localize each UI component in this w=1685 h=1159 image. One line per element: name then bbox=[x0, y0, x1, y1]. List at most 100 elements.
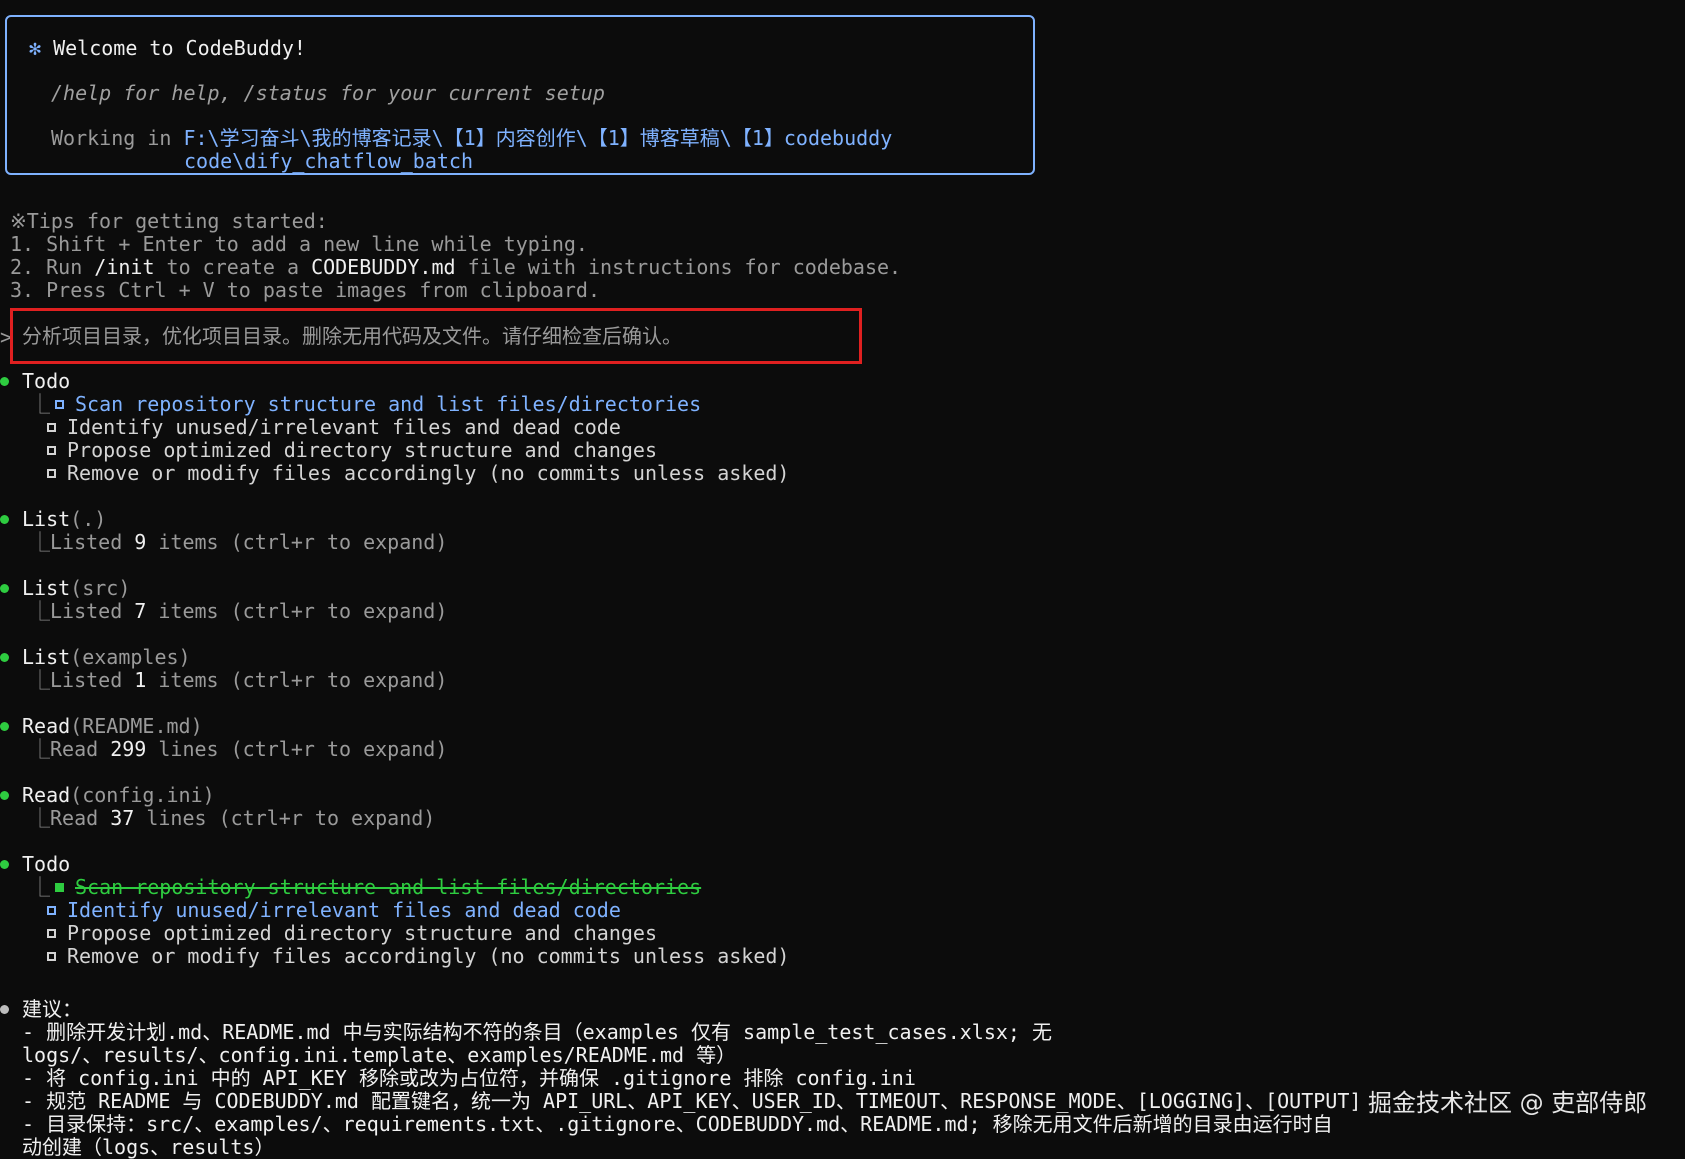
tool-call-4-result[interactable]: ⎿Read 299 lines (ctrl+r to expand) bbox=[30, 738, 447, 761]
tree-branch-icon: ⎿ bbox=[30, 530, 50, 554]
tip-3: 3. Press Ctrl + V to paste images from c… bbox=[10, 278, 601, 302]
tip-2-post: file with instructions for codebase. bbox=[455, 255, 902, 279]
tips-header: ※Tips for getting started: bbox=[10, 209, 328, 233]
status-dot bbox=[0, 791, 9, 800]
result-post: items (ctrl+r to expand) bbox=[146, 668, 448, 692]
checkbox-empty-icon bbox=[47, 929, 56, 938]
status-dot bbox=[0, 1005, 9, 1014]
working-label: Working in bbox=[51, 126, 172, 150]
todo2-item-3-label: Propose optimized directory structure an… bbox=[67, 921, 658, 945]
status-dot bbox=[0, 377, 9, 386]
result-pre: Read bbox=[50, 806, 111, 830]
result-pre: Read bbox=[50, 737, 111, 761]
working-path-2: code\dify_chatflow_batch bbox=[184, 149, 473, 173]
todo1-item-4-label: Remove or modify files accordingly (no c… bbox=[67, 461, 790, 485]
result-pre: Listed bbox=[50, 668, 135, 692]
tree-branch-icon: ⎿ bbox=[30, 599, 50, 623]
status-dot bbox=[0, 515, 9, 524]
result-post: lines (ctrl+r to expand) bbox=[134, 806, 436, 830]
checkbox-empty-icon bbox=[47, 906, 56, 915]
tool-arg: (examples) bbox=[70, 645, 191, 669]
tool-name: List bbox=[22, 576, 71, 600]
tool-call-2-head: List(src) bbox=[22, 577, 130, 600]
tool-call-4-head: Read(README.md) bbox=[22, 715, 203, 738]
suggestion-line-4: - 规范 README 与 CODEBUDDY.md 配置键名，统一为 API_… bbox=[22, 1089, 1362, 1113]
todo1-item-3-label: Propose optimized directory structure an… bbox=[67, 438, 658, 462]
tip-2-file: CODEBUDDY.md bbox=[311, 255, 456, 279]
tool-call-3-result[interactable]: ⎿Listed 1 items (ctrl+r to expand) bbox=[30, 669, 447, 692]
working-path-1: F:\学习奋斗\我的博客记录\【1】内容创作\【1】博客草稿\【1】codebu… bbox=[183, 126, 893, 150]
watermark: 掘金技术社区 @ 吏部侍郎 bbox=[1368, 1089, 1648, 1117]
tip-2-mid: to create a bbox=[154, 255, 312, 279]
tool-arg: (config.ini) bbox=[70, 783, 215, 807]
tool-call-2-result[interactable]: ⎿Listed 7 items (ctrl+r to expand) bbox=[30, 600, 447, 623]
suggestions-title: 建议： bbox=[22, 997, 82, 1021]
tool-call-1-head: List(.) bbox=[22, 508, 106, 531]
result-count: 9 bbox=[134, 530, 147, 554]
checkbox-empty-icon bbox=[47, 423, 56, 432]
checkbox-empty-icon bbox=[55, 400, 64, 409]
status-dot bbox=[0, 653, 9, 662]
todo1-item-2: Identify unused/irrelevant files and dea… bbox=[47, 416, 621, 439]
todo2-item-2-label: Identify unused/irrelevant files and dea… bbox=[67, 898, 621, 922]
result-count: 1 bbox=[134, 668, 147, 692]
prompt-text[interactable]: 分析项目目录，优化项目目录。删除无用代码及文件。请仔细检查后确认。 bbox=[22, 325, 682, 348]
checkbox-empty-icon bbox=[47, 446, 56, 455]
checkbox-empty-icon bbox=[47, 469, 56, 478]
result-pre: Listed bbox=[50, 599, 135, 623]
result-count: 299 bbox=[110, 737, 147, 761]
tip-2-pre: 2. Run bbox=[10, 255, 95, 279]
tool-call-1-result[interactable]: ⎿Listed 9 items (ctrl+r to expand) bbox=[30, 531, 447, 554]
status-dot bbox=[0, 722, 9, 731]
result-post: lines (ctrl+r to expand) bbox=[146, 737, 448, 761]
suggestion-line-5: - 目录保持：src/、examples/、requirements.txt、.… bbox=[22, 1112, 1333, 1136]
todo2-title: Todo bbox=[22, 852, 71, 876]
tool-call-5-head: Read(config.ini) bbox=[22, 784, 215, 807]
todo1-title: Todo bbox=[22, 369, 71, 393]
tool-name: Read bbox=[22, 714, 71, 738]
result-count: 37 bbox=[110, 806, 135, 830]
tip-2-cmd: /init bbox=[94, 255, 155, 279]
suggestion-line-1: - 删除开发计划.md、README.md 中与实际结构不符的条目（exampl… bbox=[22, 1020, 1053, 1044]
asterisk-icon: ✻ bbox=[29, 36, 42, 60]
welcome-help: /help for help, /status for your current… bbox=[51, 81, 605, 105]
todo1-item-3: Propose optimized directory structure an… bbox=[47, 439, 657, 462]
tree-branch-icon: ⎿ bbox=[30, 806, 50, 830]
todo2-item-4-label: Remove or modify files accordingly (no c… bbox=[67, 944, 790, 968]
todo1-item-4: Remove or modify files accordingly (no c… bbox=[47, 462, 789, 485]
todo1-item-1-label: Scan repository structure and list files… bbox=[75, 392, 702, 416]
todo1-item-2-label: Identify unused/irrelevant files and dea… bbox=[67, 415, 621, 439]
tool-call-5-result[interactable]: ⎿Read 37 lines (ctrl+r to expand) bbox=[30, 807, 435, 830]
tree-branch-icon: ⎿ bbox=[30, 875, 50, 899]
todo2-item-1: ⎿ Scan repository structure and list file… bbox=[30, 876, 701, 899]
checkbox-empty-icon bbox=[47, 952, 56, 961]
tree-branch-icon: ⎿ bbox=[30, 668, 50, 692]
welcome-panel: ✻ Welcome to CodeBuddy! /help for help, … bbox=[5, 15, 1035, 175]
tool-arg: (.) bbox=[70, 507, 107, 531]
status-dot bbox=[0, 584, 9, 593]
tool-name: List bbox=[22, 507, 71, 531]
result-post: items (ctrl+r to expand) bbox=[146, 530, 448, 554]
tool-name: List bbox=[22, 645, 71, 669]
todo2-item-1-label: Scan repository structure and list files… bbox=[75, 875, 702, 899]
welcome-title-line: ✻ Welcome to CodeBuddy! bbox=[29, 37, 306, 60]
checkbox-checked-icon bbox=[55, 883, 64, 892]
tool-name: Read bbox=[22, 783, 71, 807]
tip-2: 2. Run /init to create a CODEBUDDY.md fi… bbox=[10, 256, 901, 279]
welcome-title: Welcome to CodeBuddy! bbox=[53, 36, 306, 60]
status-dot bbox=[0, 860, 9, 869]
tree-branch-icon: ⎿ bbox=[30, 737, 50, 761]
result-count: 7 bbox=[134, 599, 147, 623]
result-pre: Listed bbox=[50, 530, 135, 554]
suggestion-line-2: logs/、results/、config.ini.template、examp… bbox=[22, 1043, 737, 1067]
todo2-item-2: Identify unused/irrelevant files and dea… bbox=[47, 899, 621, 922]
tool-call-3-head: List(examples) bbox=[22, 646, 191, 669]
tree-branch-icon: ⎿ bbox=[30, 392, 50, 416]
suggestion-line-3: - 将 config.ini 中的 API_KEY 移除或改为占位符，并确保 .… bbox=[22, 1066, 916, 1090]
tool-arg: (src) bbox=[70, 576, 131, 600]
todo2-item-3: Propose optimized directory structure an… bbox=[47, 922, 657, 945]
working-line: Working in F:\学习奋斗\我的博客记录\【1】内容创作\【1】博客草… bbox=[51, 127, 892, 150]
result-post: items (ctrl+r to expand) bbox=[146, 599, 448, 623]
todo2-item-4: Remove or modify files accordingly (no c… bbox=[47, 945, 789, 968]
tool-arg: (README.md) bbox=[70, 714, 203, 738]
